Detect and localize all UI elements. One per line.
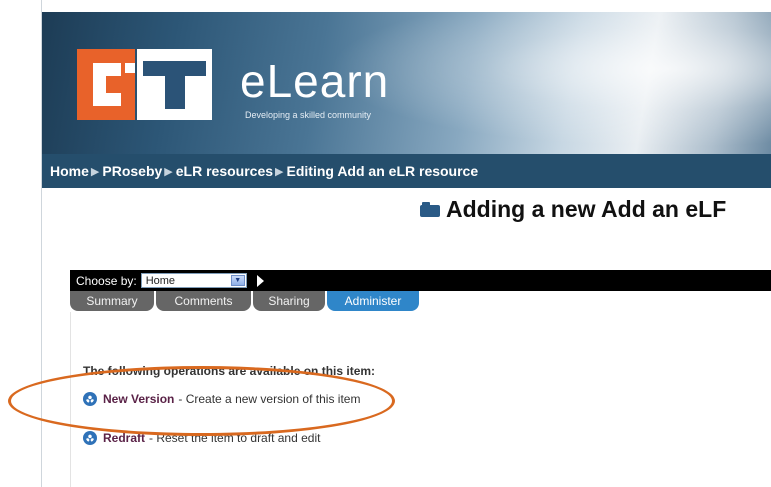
breadcrumb-separator-icon: ▶ bbox=[90, 165, 100, 178]
breadcrumb: Home ▶ PRoseby ▶ eLR resources ▶ Editing… bbox=[42, 154, 771, 188]
choose-by-bar: Choose by: Home ▼ bbox=[70, 270, 771, 291]
brand-tagline: Developing a skilled community bbox=[245, 110, 372, 120]
annotation-highlight-ellipse bbox=[8, 366, 395, 436]
chevron-down-icon[interactable]: ▼ bbox=[230, 275, 245, 286]
tab-summary[interactable]: Summary bbox=[70, 291, 154, 311]
logo-i-dot bbox=[125, 63, 135, 73]
choose-by-select[interactable]: Home ▼ bbox=[140, 273, 247, 288]
choose-by-label: Choose by: bbox=[76, 273, 137, 288]
page-title: Adding a new Add an eLF bbox=[420, 196, 726, 223]
breadcrumb-current: Editing Add an eLR resource bbox=[286, 163, 479, 179]
item-tabs: Summary Comments Sharing Administer bbox=[70, 291, 771, 312]
tab-administer[interactable]: Administer bbox=[327, 291, 419, 311]
tab-comments[interactable]: Comments bbox=[156, 291, 251, 311]
brand-title: eLearn bbox=[240, 55, 390, 107]
breadcrumb-resources[interactable]: eLR resources bbox=[176, 163, 273, 179]
go-arrow-icon[interactable] bbox=[256, 274, 264, 287]
choose-by-value: Home bbox=[145, 274, 176, 287]
tab-sharing[interactable]: Sharing bbox=[253, 291, 325, 311]
breadcrumb-separator-icon: ▶ bbox=[275, 165, 284, 178]
page-title-text: Adding a new Add an eLF bbox=[446, 196, 727, 222]
cit-logo[interactable] bbox=[77, 49, 212, 120]
logo-t-stem bbox=[165, 76, 185, 109]
breadcrumb-separator-icon: ▶ bbox=[164, 165, 173, 178]
operation-icon bbox=[83, 431, 97, 445]
header-banner: eLearn Developing a skilled community bbox=[42, 12, 771, 154]
logo-c-letter bbox=[93, 63, 121, 106]
folder-icon bbox=[420, 202, 440, 217]
breadcrumb-home[interactable]: Home bbox=[50, 163, 89, 179]
logo-t-bar bbox=[143, 61, 206, 76]
breadcrumb-user[interactable]: PRoseby bbox=[102, 163, 162, 179]
